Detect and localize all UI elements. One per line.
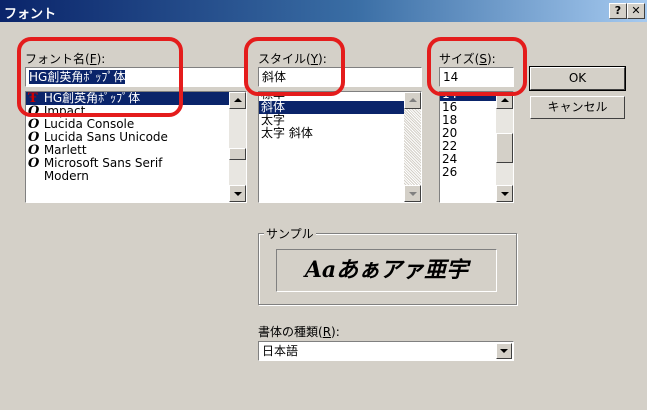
font-name-input[interactable]: HG創英角ﾎﾟｯﾌﾟ体 (25, 67, 247, 87)
font-list-item-label: Modern (40, 169, 89, 183)
arrow-down-icon (234, 192, 242, 196)
scroll-up-button[interactable] (496, 92, 513, 109)
arrow-up-icon (234, 98, 242, 102)
close-button[interactable]: ✕ (627, 3, 645, 19)
font-name-value: HG創英角ﾎﾟｯﾌﾟ体 (29, 70, 126, 84)
font-list-item-label: Microsoft Sans Serif (40, 156, 163, 170)
size-list[interactable]: 14 16 18 20 22 24 26 (439, 91, 514, 203)
font-list-item-label: Marlett (40, 143, 87, 157)
style-input[interactable]: 斜体 (258, 67, 422, 87)
font-name-label: フォント名(F): (25, 52, 106, 66)
scroll-up-button (404, 92, 421, 109)
script-dropdown-button[interactable] (496, 343, 512, 359)
style-list[interactable]: 標準 斜体 太字 太字 斜体 (258, 91, 422, 203)
scroll-thumb[interactable] (496, 133, 513, 163)
scroll-down-button (404, 185, 421, 202)
arrow-up-icon (409, 98, 417, 102)
size-input[interactable]: 14 (439, 67, 514, 87)
help-icon: ? (614, 4, 622, 17)
font-list-item[interactable]: Modern (26, 170, 229, 183)
size-list-scrollbar[interactable] (496, 92, 513, 202)
scroll-down-button[interactable] (229, 185, 246, 202)
font-list-item-label: Lucida Console (40, 117, 135, 131)
size-list-item[interactable]: 26 (440, 166, 496, 179)
opentype-font-icon: O (28, 156, 40, 171)
sample-preview: Aaあぁアァ亜宇 (276, 249, 497, 292)
ok-button[interactable]: OK (529, 66, 626, 91)
help-button[interactable]: ? (609, 3, 627, 19)
arrow-down-icon (409, 192, 417, 196)
script-select[interactable]: 日本語 (258, 341, 514, 361)
close-icon: ✕ (631, 4, 641, 17)
style-label: スタイル(Y): (258, 52, 327, 66)
scroll-thumb[interactable] (229, 148, 246, 160)
size-value: 14 (443, 70, 459, 84)
font-list-scrollbar[interactable] (229, 92, 246, 202)
sample-label: サンプル (264, 225, 316, 242)
font-list-item-label: Impact (40, 104, 86, 118)
scroll-up-button[interactable] (229, 92, 246, 109)
cancel-button[interactable]: キャンセル (530, 96, 625, 119)
title-bar[interactable]: フォント ? ✕ (0, 0, 647, 22)
window-title: フォント (4, 7, 57, 22)
arrow-up-icon (501, 98, 509, 102)
style-value: 斜体 (262, 70, 287, 84)
scroll-down-button[interactable] (496, 185, 513, 202)
style-list-scrollbar[interactable] (404, 92, 421, 202)
script-label: 書体の種類(R): (258, 325, 340, 339)
arrow-down-icon (501, 192, 509, 196)
size-label: サイズ(S): (439, 52, 496, 66)
font-list-item-label: Lucida Sans Unicode (40, 130, 168, 144)
style-list-item[interactable]: 太字 斜体 (259, 127, 404, 140)
font-name-list[interactable]: Ŧ HG創英角ﾎﾟｯﾌﾟ体 O Impact O Lucida Console O L… (25, 91, 247, 203)
chevron-down-icon (500, 349, 508, 353)
script-value: 日本語 (262, 344, 299, 358)
